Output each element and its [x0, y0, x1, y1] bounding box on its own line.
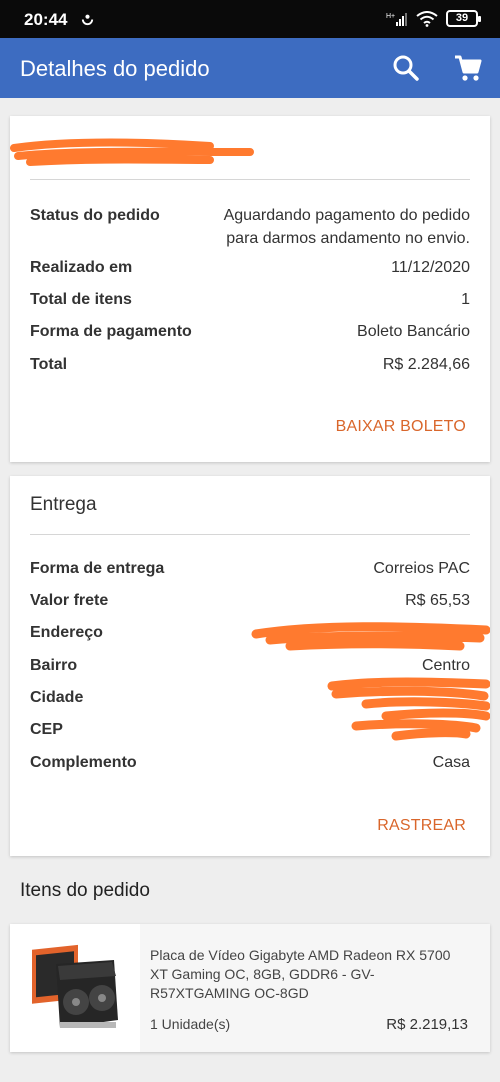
- wifi-icon: [416, 10, 438, 27]
- complement-label: Complemento: [30, 754, 137, 771]
- complement-row: Complemento Casa: [30, 751, 470, 775]
- item-quantity: 1 Unidade(s): [150, 1016, 231, 1032]
- delivery-card: Entrega Forma de entrega Correios PAC Va…: [10, 476, 490, 856]
- search-icon[interactable]: [390, 52, 422, 84]
- product-image: [10, 924, 140, 1052]
- cart-icon[interactable]: [452, 52, 484, 84]
- order-status-value: Aguardando pagamento do pedido para darm…: [223, 207, 470, 247]
- status-bar: 20:44 H+ 39: [0, 0, 500, 38]
- complement-value: Casa: [432, 754, 470, 771]
- city-label: Cidade: [30, 689, 84, 706]
- network-type-label: H+: [386, 13, 395, 20]
- freight-value: R$ 65,53: [405, 592, 470, 609]
- items-section-title: Itens do pedido: [20, 880, 150, 901]
- order-date-row: Realizado em 11/12/2020: [30, 256, 470, 280]
- track-button[interactable]: RASTREAR: [377, 817, 466, 835]
- signal-icon: H+: [386, 12, 407, 26]
- status-icons: H+ 39: [386, 10, 481, 27]
- order-items-label: Total de itens: [30, 291, 132, 308]
- freight-row: Valor frete R$ 65,53: [30, 589, 470, 613]
- order-items-row: Total de itens 1: [30, 288, 470, 312]
- payment-method-value: Boleto Bancário: [357, 323, 470, 340]
- item-name: Placa de Vídeo Gigabyte AMD Radeon RX 57…: [150, 947, 451, 1001]
- battery-icon: 39: [446, 10, 481, 27]
- item-price: R$ 2.219,13: [386, 1016, 468, 1033]
- order-total-label: Total: [30, 356, 68, 373]
- order-date-label: Realizado em: [30, 259, 133, 276]
- order-date-value: 11/12/2020: [391, 259, 470, 276]
- do-not-disturb-icon: [81, 14, 94, 26]
- redacted-order-id: [10, 138, 254, 166]
- download-boleto-button[interactable]: BAIXAR BOLETO: [336, 418, 466, 436]
- graphics-card-icon: [32, 944, 118, 1028]
- delivery-method-label: Forma de entrega: [30, 560, 165, 577]
- address-label: Endereço: [30, 624, 103, 641]
- district-label: Bairro: [30, 657, 78, 674]
- list-item[interactable]: Placa de Vídeo Gigabyte AMD Radeon RX 57…: [10, 924, 490, 1052]
- order-total-value: R$ 2.284,66: [382, 356, 470, 373]
- divider: [30, 534, 470, 535]
- status-time: 20:44: [24, 10, 68, 29]
- payment-method-label: Forma de pagamento: [30, 323, 192, 340]
- redacted-address: [251, 622, 490, 651]
- page-title: Detalhes do pedido: [20, 56, 210, 81]
- freight-label: Valor frete: [30, 592, 109, 609]
- payment-method-row: Forma de pagamento Boleto Bancário: [30, 320, 470, 344]
- delivery-method-value: Correios PAC: [373, 560, 470, 577]
- divider: [30, 179, 470, 180]
- order-status-label: Status do pedido: [30, 207, 160, 224]
- delivery-method-row: Forma de entrega Correios PAC: [30, 557, 470, 581]
- order-summary-card: Status do pedido Aguardando pagamento do…: [10, 116, 490, 462]
- order-items-value: 1: [461, 291, 470, 308]
- order-status-row: Status do pedido Aguardando pagamento do…: [30, 204, 470, 252]
- app-bar: Detalhes do pedido: [0, 38, 500, 98]
- delivery-title: Entrega: [30, 494, 97, 515]
- redacted-city-zip: [327, 677, 490, 741]
- zip-label: CEP: [30, 721, 63, 738]
- item-details: Placa de Vídeo Gigabyte AMD Radeon RX 57…: [140, 924, 490, 1052]
- order-total-row: Total R$ 2.284,66: [30, 353, 470, 377]
